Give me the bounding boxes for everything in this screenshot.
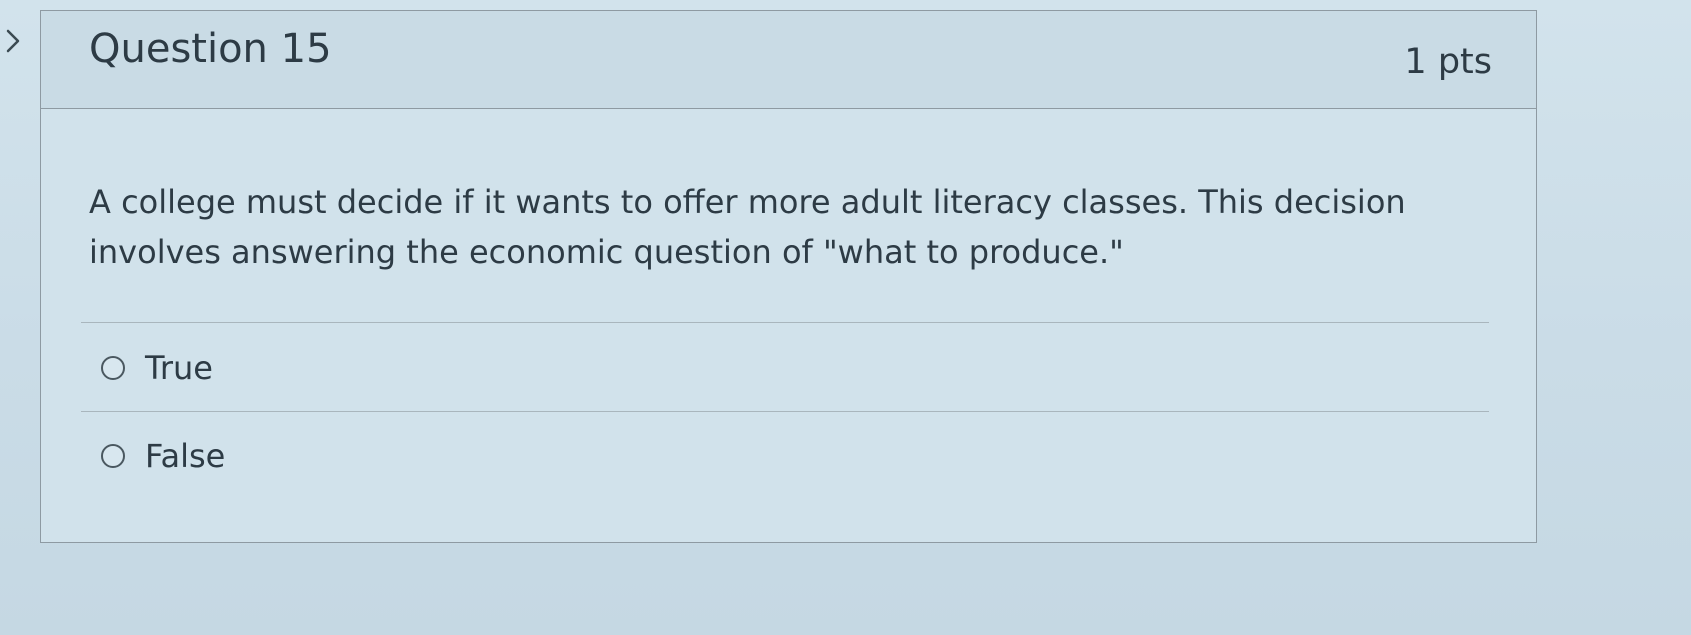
answer-option-true[interactable]: True: [101, 349, 213, 387]
question-points: 1 pts: [1404, 42, 1492, 82]
answer-label-false: False: [145, 437, 226, 475]
answer-option-false[interactable]: False: [101, 437, 225, 475]
question-text: A college must decide if it wants to off…: [89, 183, 1406, 271]
question-header: Question 15 1 pts: [41, 11, 1536, 109]
question-title: Question 15: [89, 26, 332, 72]
answer-divider: [81, 322, 1489, 323]
question-card: Question 15 1 pts A college must decide …: [40, 10, 1537, 543]
chevron-right-icon[interactable]: [2, 28, 24, 54]
radio-button-false[interactable]: [101, 444, 125, 469]
radio-button-true[interactable]: [101, 356, 125, 381]
answer-label-true: True: [145, 349, 213, 387]
answer-divider: [81, 411, 1489, 412]
